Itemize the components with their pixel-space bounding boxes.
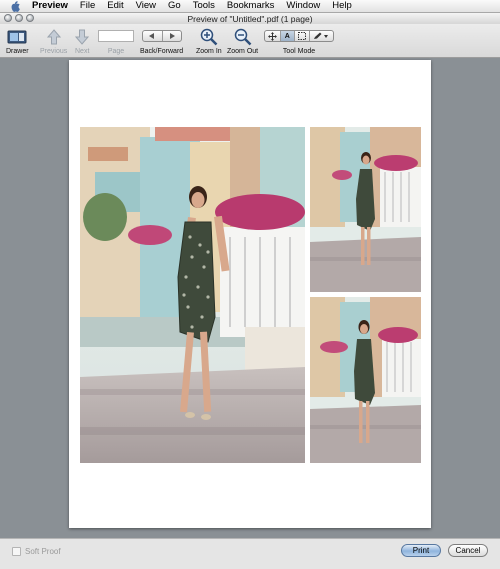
back-forward-label: Back/Forward (140, 48, 184, 55)
back-forward-segment (141, 30, 182, 42)
next-label: Next (75, 48, 90, 55)
document-page (69, 60, 431, 528)
zoom-window-button[interactable] (26, 14, 34, 22)
next-button[interactable]: Next (75, 27, 89, 55)
print-button[interactable]: Print (401, 544, 441, 557)
soft-proof-option[interactable]: Soft Proof (12, 547, 61, 556)
window-title: Preview of "Untitled".pdf (1 page) (187, 13, 313, 24)
drawer-button[interactable]: Drawer (6, 27, 29, 55)
back-button[interactable] (143, 31, 162, 41)
tool-mode-label: Tool Mode (282, 48, 316, 55)
window-controls (4, 14, 34, 22)
menu-bookmarks[interactable]: Bookmarks (227, 0, 275, 12)
menu-preview[interactable]: Preview (32, 0, 68, 12)
cancel-button[interactable]: Cancel (448, 544, 488, 557)
zoom-in-button[interactable]: Zoom In (196, 27, 222, 55)
document-area[interactable] (0, 58, 500, 538)
photo-large (80, 127, 305, 463)
page-control: Page (98, 27, 134, 55)
close-window-button[interactable] (4, 14, 12, 22)
tool-mode-segment: A (264, 30, 334, 42)
marquee-select-icon (297, 32, 306, 40)
zoom-out-label: Zoom Out (227, 48, 259, 55)
pencil-icon (314, 32, 329, 39)
back-arrow-icon (149, 33, 155, 39)
page-number-input[interactable] (98, 30, 134, 42)
move-tool-button[interactable] (265, 31, 280, 41)
forward-button[interactable] (161, 31, 181, 41)
tool-mode-control: A Tool Mode (264, 27, 334, 55)
soft-proof-checkbox[interactable] (12, 547, 21, 556)
arrow-up-icon (46, 27, 61, 46)
drawer-label: Drawer (6, 48, 29, 55)
move-icon (267, 31, 277, 41)
soft-proof-label: Soft Proof (25, 547, 61, 556)
minimize-window-button[interactable] (15, 14, 23, 22)
menu-window[interactable]: Window (286, 0, 320, 12)
photo-bottom-right (310, 297, 421, 463)
menu-bar: Preview File Edit View Go Tools Bookmark… (0, 0, 500, 13)
menu-tools[interactable]: Tools (193, 0, 215, 12)
menu-help[interactable]: Help (332, 0, 352, 12)
annotate-tool-button[interactable] (308, 31, 333, 41)
forward-arrow-icon (169, 33, 175, 39)
zoom-out-icon (234, 27, 252, 46)
window-titlebar: Preview of "Untitled".pdf (1 page) (0, 13, 500, 24)
arrow-down-icon (75, 27, 90, 46)
menu-file[interactable]: File (80, 0, 95, 12)
menu-edit[interactable]: Edit (107, 0, 123, 12)
print-preview-footer: Soft Proof Print Cancel (0, 538, 500, 569)
drawer-icon (7, 27, 27, 46)
page-label: Page (107, 48, 125, 55)
text-tool-button[interactable]: A (279, 31, 295, 41)
toolbar: Drawer Previous Next Page Back/Forward Z… (0, 24, 500, 58)
back-forward-control: Back/Forward (140, 27, 183, 55)
zoom-out-button[interactable]: Zoom Out (227, 27, 258, 55)
menu-go[interactable]: Go (168, 0, 181, 12)
previous-label: Previous (40, 48, 68, 55)
menu-view[interactable]: View (136, 0, 156, 12)
previous-button[interactable]: Previous (40, 27, 67, 55)
photo-top-right (310, 127, 421, 292)
zoom-in-label: Zoom In (196, 48, 222, 55)
apple-menu-icon[interactable] (10, 0, 22, 12)
zoom-in-icon (200, 27, 218, 46)
select-tool-button[interactable] (294, 31, 309, 41)
